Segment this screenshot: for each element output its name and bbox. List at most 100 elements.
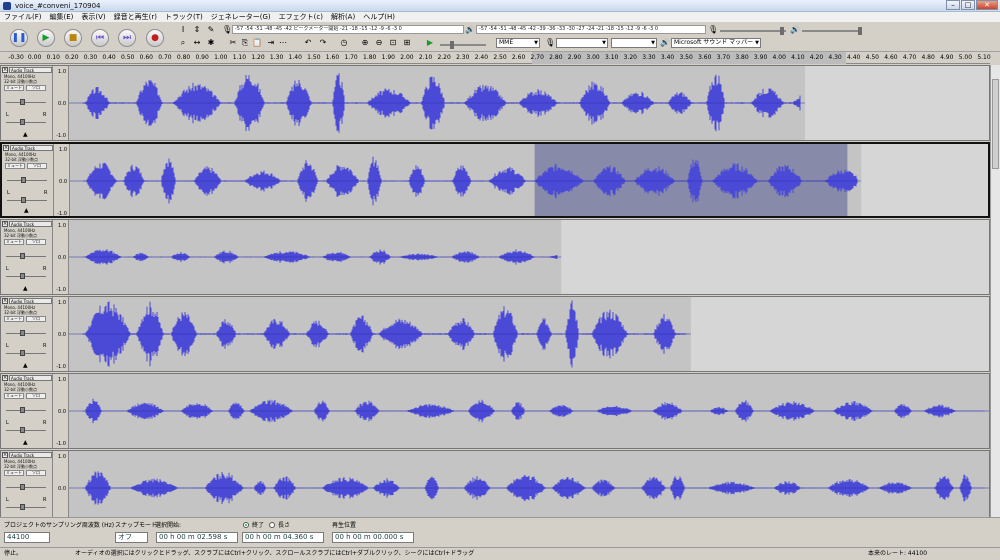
collapse-icon[interactable]: ▲ xyxy=(23,439,28,446)
close-track-icon[interactable]: × xyxy=(2,298,8,304)
pan-slider[interactable] xyxy=(6,119,46,125)
draw-tool-icon[interactable]: ✎ xyxy=(206,25,216,35)
end-radio[interactable] xyxy=(243,522,249,528)
mute-button[interactable]: ミュート xyxy=(4,239,24,245)
play-button[interactable]: ▶ xyxy=(37,29,55,47)
fit-project-icon[interactable]: ⊞ xyxy=(402,38,412,48)
close-track-icon[interactable]: × xyxy=(2,67,8,73)
track-control-panel[interactable]: × Audio Track Mono, 44100Hz 32-bit 浮動小数点 ミュー… xyxy=(1,374,53,448)
selection-tool-icon[interactable]: I xyxy=(178,25,188,35)
track-name-menu[interactable]: Audio Track xyxy=(9,375,52,381)
maximize-button[interactable]: □ xyxy=(961,0,975,10)
skip-end-button[interactable]: ⏭ xyxy=(118,29,136,47)
gain-slider[interactable] xyxy=(6,99,46,105)
track-name-menu[interactable]: Audio Track xyxy=(9,221,52,227)
selection-start-field[interactable]: 00 h 00 m 02.598 s xyxy=(156,532,238,543)
gain-slider[interactable] xyxy=(6,407,46,413)
fit-selection-icon[interactable]: ⊡ xyxy=(388,38,398,48)
audio-track[interactable]: × Audio Track Mono, 44100Hz 32-bit 浮動小数点 ミュー… xyxy=(0,296,990,372)
playback-meter[interactable]: -57 -54 -51 -48 -45 -42 -39 -36 -33 -30 … xyxy=(476,25,706,34)
solo-button[interactable]: ソロ xyxy=(26,470,46,476)
audio-track[interactable]: × Audio Track Mono, 44100Hz 32-bit 浮動小数点 ミュー… xyxy=(0,219,990,295)
close-track-icon[interactable]: × xyxy=(3,145,9,151)
audio-track[interactable]: × Audio Track Mono, 44100Hz 32-bit 浮動小数点 ミュー… xyxy=(0,450,990,526)
track-name-menu[interactable]: Audio Track xyxy=(9,452,52,458)
track-name-menu[interactable]: Audio Track xyxy=(10,145,53,151)
pan-slider[interactable] xyxy=(6,504,46,510)
scrollbar-thumb[interactable] xyxy=(992,79,999,169)
track-control-panel[interactable]: × Audio Track Mono, 44100Hz 32-bit 浮動小数点 ミュー… xyxy=(1,297,53,371)
paste-icon[interactable]: 📋 xyxy=(252,38,262,48)
track-control-panel[interactable]: × Audio Track Mono, 44100Hz 32-bit 浮動小数点 ミュー… xyxy=(2,144,54,216)
play-at-speed-icon[interactable]: ▶ xyxy=(425,38,435,48)
menu-transport[interactable]: 録音と再生(r) xyxy=(110,12,161,22)
waveform[interactable] xyxy=(70,144,990,216)
redo-icon[interactable]: ↷ xyxy=(318,38,328,48)
timeline-ruler[interactable]: -0.30 0.00 0.10 0.20 0.30 0.40 0.50 0.60 0.70 0.8… xyxy=(0,52,991,64)
undo-icon[interactable]: ↶ xyxy=(303,38,313,48)
pause-button[interactable]: ❚❚ xyxy=(10,29,28,47)
close-track-icon[interactable]: × xyxy=(2,375,8,381)
solo-button[interactable]: ソロ xyxy=(26,239,46,245)
selection-end-field[interactable]: 00 h 00 m 04.360 s xyxy=(242,532,324,543)
close-track-icon[interactable]: × xyxy=(2,221,8,227)
mute-button[interactable]: ミュート xyxy=(5,163,25,169)
audio-track[interactable]: × Audio Track Mono, 44100Hz 32-bit 浮動小数点 ミュー… xyxy=(0,65,990,141)
menu-file[interactable]: ファイル(F) xyxy=(0,12,46,22)
recording-device-select[interactable]: ▼ xyxy=(556,38,608,48)
record-meter[interactable]: -57 -54 -51 -48 -45 -42 ピークメーター開始 -21 -1… xyxy=(232,25,464,34)
track-control-panel[interactable]: × Audio Track Mono, 44100Hz 32-bit 浮動小数点 ミュー… xyxy=(1,66,53,140)
project-rate-select[interactable]: 44100 xyxy=(4,532,50,543)
solo-button[interactable]: ソロ xyxy=(26,393,46,399)
waveform[interactable] xyxy=(69,451,989,525)
pan-slider[interactable] xyxy=(6,273,46,279)
vertical-scrollbar[interactable] xyxy=(990,65,1000,517)
multi-tool-icon[interactable]: ✱ xyxy=(206,38,216,48)
close-button[interactable]: ✕ xyxy=(976,0,998,10)
mute-button[interactable]: ミュート xyxy=(4,85,24,91)
cut-icon[interactable]: ✂ xyxy=(228,38,238,48)
timeshift-tool-icon[interactable]: ↔ xyxy=(192,38,202,48)
play-speed-slider[interactable] xyxy=(440,41,486,49)
envelope-tool-icon[interactable]: ⇕ xyxy=(192,25,202,35)
pan-slider[interactable] xyxy=(6,427,46,433)
close-track-icon[interactable]: × xyxy=(2,452,8,458)
length-radio[interactable] xyxy=(269,522,275,528)
stop-button[interactable]: ■ xyxy=(64,29,82,47)
track-name-menu[interactable]: Audio Track xyxy=(9,298,52,304)
pan-slider[interactable] xyxy=(7,197,47,203)
menu-analyze[interactable]: 解析(A) xyxy=(327,12,359,22)
snap-select[interactable]: オフ xyxy=(115,532,148,543)
audio-track[interactable]: × Audio Track Mono, 44100Hz 32-bit 浮動小数点 ミュー… xyxy=(0,142,990,218)
menu-generate[interactable]: ジェネレーター(G) xyxy=(207,12,275,22)
collapse-icon[interactable]: ▲ xyxy=(23,362,28,369)
audio-position-field[interactable]: 00 h 00 m 00.000 s xyxy=(332,532,414,543)
audio-host-select[interactable]: MME ▼ xyxy=(496,38,540,48)
audio-track[interactable]: × Audio Track Mono, 44100Hz 32-bit 浮動小数点 ミュー… xyxy=(0,373,990,449)
gain-slider[interactable] xyxy=(6,253,46,259)
skip-start-button[interactable]: ⏮ xyxy=(91,29,109,47)
zoom-tool-icon[interactable]: ⌕ xyxy=(178,38,188,48)
track-control-panel[interactable]: × Audio Track Mono, 44100Hz 32-bit 浮動小数点 ミュー… xyxy=(1,451,53,525)
collapse-icon[interactable]: ▲ xyxy=(23,131,28,138)
waveform[interactable] xyxy=(69,220,989,294)
mute-button[interactable]: ミュート xyxy=(4,470,24,476)
gain-slider[interactable] xyxy=(7,177,47,183)
menu-effect[interactable]: エフェクト(c) xyxy=(275,12,327,22)
zoom-in-icon[interactable]: ⊕ xyxy=(360,38,370,48)
waveform[interactable] xyxy=(69,297,989,371)
sync-lock-icon[interactable]: ◷ xyxy=(339,38,349,48)
solo-button[interactable]: ソロ xyxy=(27,163,47,169)
menu-view[interactable]: 表示(V) xyxy=(77,12,109,22)
solo-button[interactable]: ソロ xyxy=(26,85,46,91)
recording-channels-select[interactable]: ▼ xyxy=(611,38,657,48)
menu-tracks[interactable]: トラック(T) xyxy=(161,12,207,22)
minimize-button[interactable]: – xyxy=(946,0,960,10)
zoom-out-icon[interactable]: ⊖ xyxy=(374,38,384,48)
waveform[interactable] xyxy=(69,66,989,140)
playback-device-select[interactable]: Microsoft サウンド マッパー ▼ xyxy=(671,38,761,48)
collapse-icon[interactable]: ▲ xyxy=(24,207,29,214)
gain-slider[interactable] xyxy=(6,484,46,490)
waveform[interactable] xyxy=(69,374,989,448)
collapse-icon[interactable]: ▲ xyxy=(23,285,28,292)
